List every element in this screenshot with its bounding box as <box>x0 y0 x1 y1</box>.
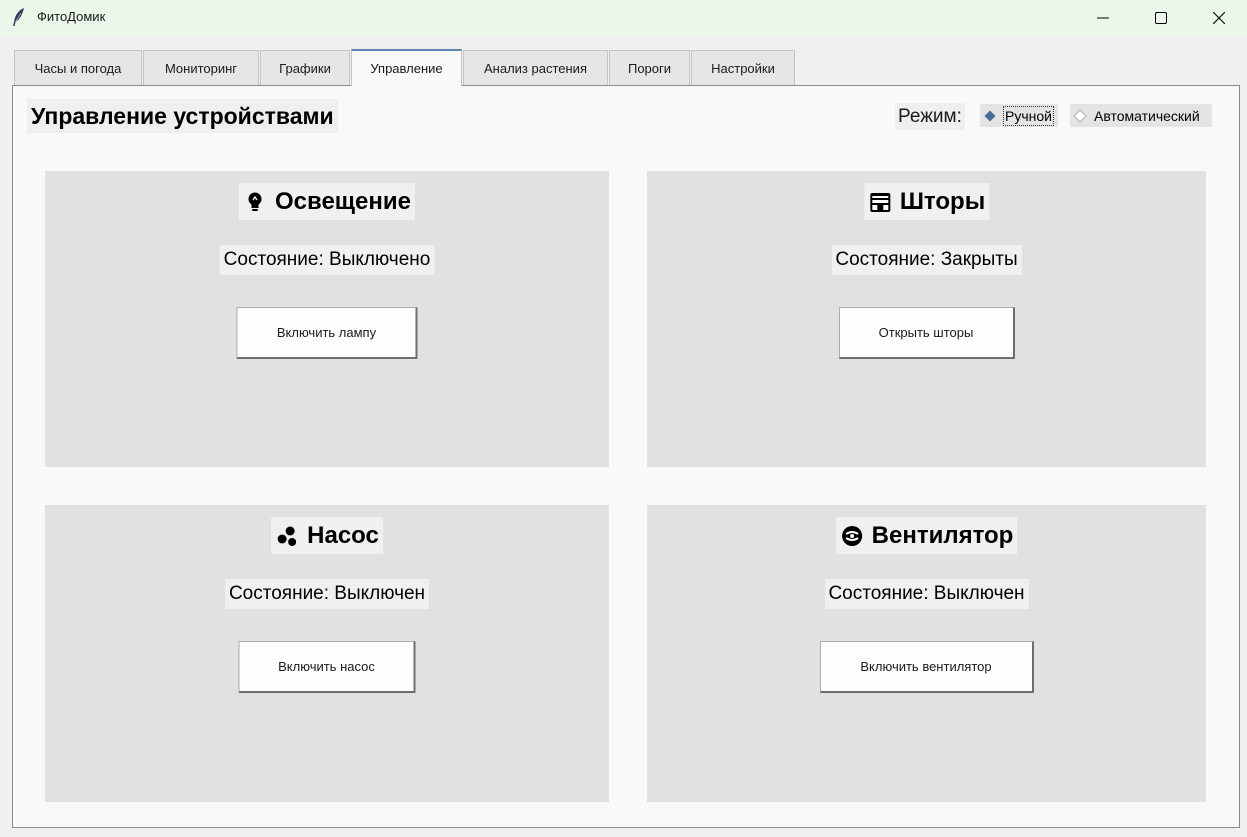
device-panel-fan: Вентилятор Состояние: Выключен Включить … <box>647 505 1206 802</box>
toggle-pump-button[interactable]: Включить насос <box>238 641 416 693</box>
device-title: Насос <box>271 517 383 554</box>
mode-radio-manual[interactable]: Ручной <box>980 104 1058 127</box>
toggle-curtains-button[interactable]: Открыть шторы <box>838 307 1015 359</box>
tab-monitoring[interactable]: Мониторинг <box>143 50 259 85</box>
tab-control[interactable]: Управление <box>351 49 462 86</box>
device-title-label: Освещение <box>275 187 411 215</box>
mode-radio-auto[interactable]: Автоматический <box>1070 104 1212 127</box>
mode-radio-auto-label: Автоматический <box>1094 107 1200 124</box>
toggle-fan-button[interactable]: Включить вентилятор <box>819 641 1034 693</box>
window-title: ФитоДомик <box>37 9 106 24</box>
device-status: Состояние: Выключено <box>219 245 435 275</box>
tab-clock-weather[interactable]: Часы и погода <box>14 50 142 85</box>
tab-plant-analysis[interactable]: Анализ растения <box>463 50 608 85</box>
feather-icon <box>13 8 24 26</box>
device-panel-curtains: Шторы Состояние: Закрыты Открыть шторы <box>647 171 1206 467</box>
curtains-icon <box>868 190 892 214</box>
fan-icon <box>840 524 864 548</box>
mode-radio-manual-label: Ручной <box>1003 105 1054 126</box>
tab-thresholds[interactable]: Пороги <box>609 50 690 85</box>
device-title-label: Насос <box>307 521 379 549</box>
device-title: Вентилятор <box>835 517 1018 554</box>
device-status: Состояние: Выключен <box>224 579 430 609</box>
minimize-icon <box>1097 17 1109 19</box>
device-panel-lighting: Освещение Состояние: Выключено Включить … <box>45 171 609 467</box>
close-button[interactable] <box>1190 0 1247 36</box>
device-status: Состояние: Выключен <box>824 579 1029 609</box>
device-title-label: Шторы <box>899 187 986 215</box>
close-icon <box>1213 12 1225 24</box>
minimize-button[interactable] <box>1074 0 1132 36</box>
toggle-lamp-button[interactable]: Включить лампу <box>236 307 418 359</box>
device-title: Шторы <box>863 183 990 220</box>
tab-charts[interactable]: Графики <box>260 50 350 85</box>
water-drops-icon <box>275 524 299 548</box>
tab-settings[interactable]: Настройки <box>691 50 795 85</box>
device-title: Освещение <box>239 183 415 220</box>
maximize-icon <box>1155 12 1167 24</box>
device-title-label: Вентилятор <box>871 521 1014 549</box>
device-panel-pump: Насос Состояние: Выключен Включить насос <box>45 505 609 802</box>
lightbulb-icon <box>243 190 267 214</box>
radio-unselected-icon <box>1073 108 1087 123</box>
radio-selected-icon <box>983 109 997 123</box>
maximize-button[interactable] <box>1132 0 1190 36</box>
device-status: Состояние: Закрыты <box>831 245 1022 275</box>
mode-label: Режим: <box>895 103 965 130</box>
title-bar: ФитоДомик <box>0 0 1247 36</box>
page-title: Управление устройствами <box>27 99 338 133</box>
